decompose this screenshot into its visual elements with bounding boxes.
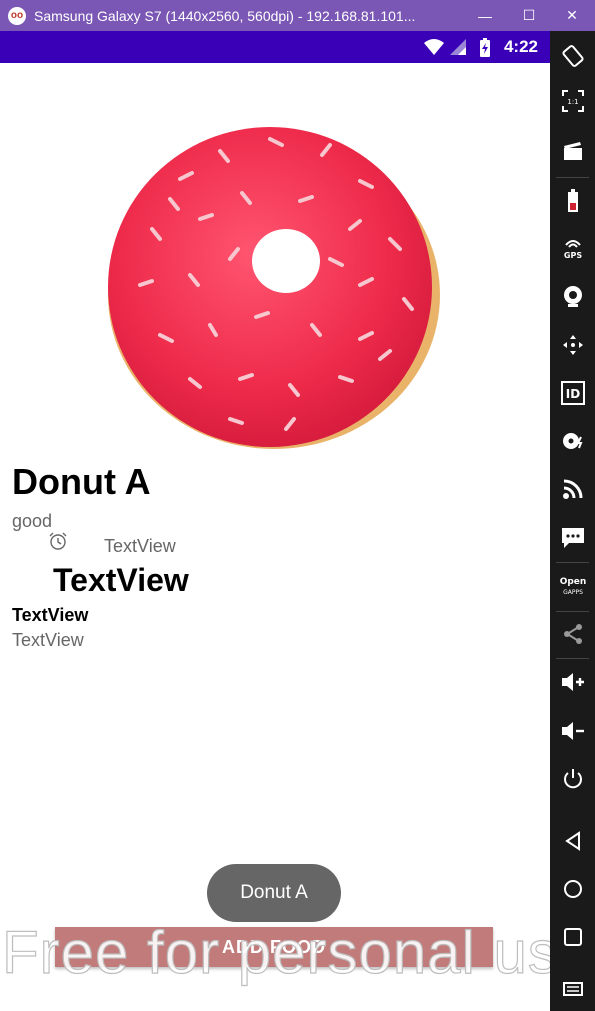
aspect-label: 1:1 [567, 98, 578, 106]
phone-screen: 4:22 Donut A good TextView TextView Text… [0, 31, 550, 1009]
sms-icon[interactable] [550, 518, 595, 558]
textview-large: TextView [53, 562, 189, 598]
navigation-pad-icon[interactable] [550, 325, 595, 365]
textview-bold: TextView [12, 605, 89, 625]
emulator-toolbar: 1:1 GPS ID Open GAPPS [550, 31, 595, 1011]
genymotion-app-icon: oo [8, 6, 26, 25]
volume-up-icon[interactable] [550, 662, 595, 702]
recent-apps-icon[interactable] [550, 917, 595, 957]
signal-icon [450, 39, 466, 55]
battery-icon[interactable] [550, 181, 595, 221]
capture-icon[interactable] [550, 131, 595, 171]
window-title-bar: oo Samsung Galaxy S7 (1440x2560, 560dpi)… [0, 0, 595, 31]
maximize-button[interactable]: ☐ [507, 0, 551, 31]
device-id-icon[interactable]: ID [550, 373, 595, 413]
alarm-clock-icon [49, 532, 67, 550]
network-icon[interactable] [550, 469, 595, 509]
back-icon[interactable] [550, 821, 595, 861]
minimize-button[interactable]: — [463, 0, 507, 31]
status-time: 4:22 [503, 37, 538, 56]
share-icon[interactable] [550, 614, 595, 654]
id-label: ID [565, 387, 579, 401]
toast-message: Donut A [207, 864, 341, 922]
open-gapps-icon[interactable]: Open GAPPS [550, 566, 595, 606]
food-image [60, 89, 460, 469]
status-bar: 4:22 [0, 31, 550, 63]
pixel-perfect-icon[interactable]: 1:1 [550, 81, 595, 121]
food-name-title: Donut A [12, 461, 151, 502]
wifi-icon [424, 39, 444, 55]
media-disk-icon[interactable] [550, 421, 595, 461]
gps-label: GPS [563, 251, 581, 260]
textview-secondary: TextView [12, 630, 84, 650]
textview-time: TextView [104, 536, 176, 556]
food-description: good [12, 511, 53, 531]
window-title: Samsung Galaxy S7 (1440x2560, 560dpi) - … [34, 7, 416, 24]
gps-icon[interactable]: GPS [550, 228, 595, 268]
close-button[interactable]: ✕ [550, 0, 594, 31]
volume-down-icon[interactable] [550, 711, 595, 751]
menu-icon[interactable] [550, 966, 595, 1006]
home-icon[interactable] [550, 869, 595, 909]
battery-charging-icon [480, 38, 490, 57]
svg-text:Open: Open [559, 577, 586, 587]
webcam-icon[interactable] [550, 276, 595, 316]
svg-text:GAPPS: GAPPS [563, 589, 583, 596]
power-icon[interactable] [550, 759, 595, 799]
watermark-text: Free for personal use [1, 918, 594, 986]
rotate-icon[interactable] [550, 36, 595, 76]
